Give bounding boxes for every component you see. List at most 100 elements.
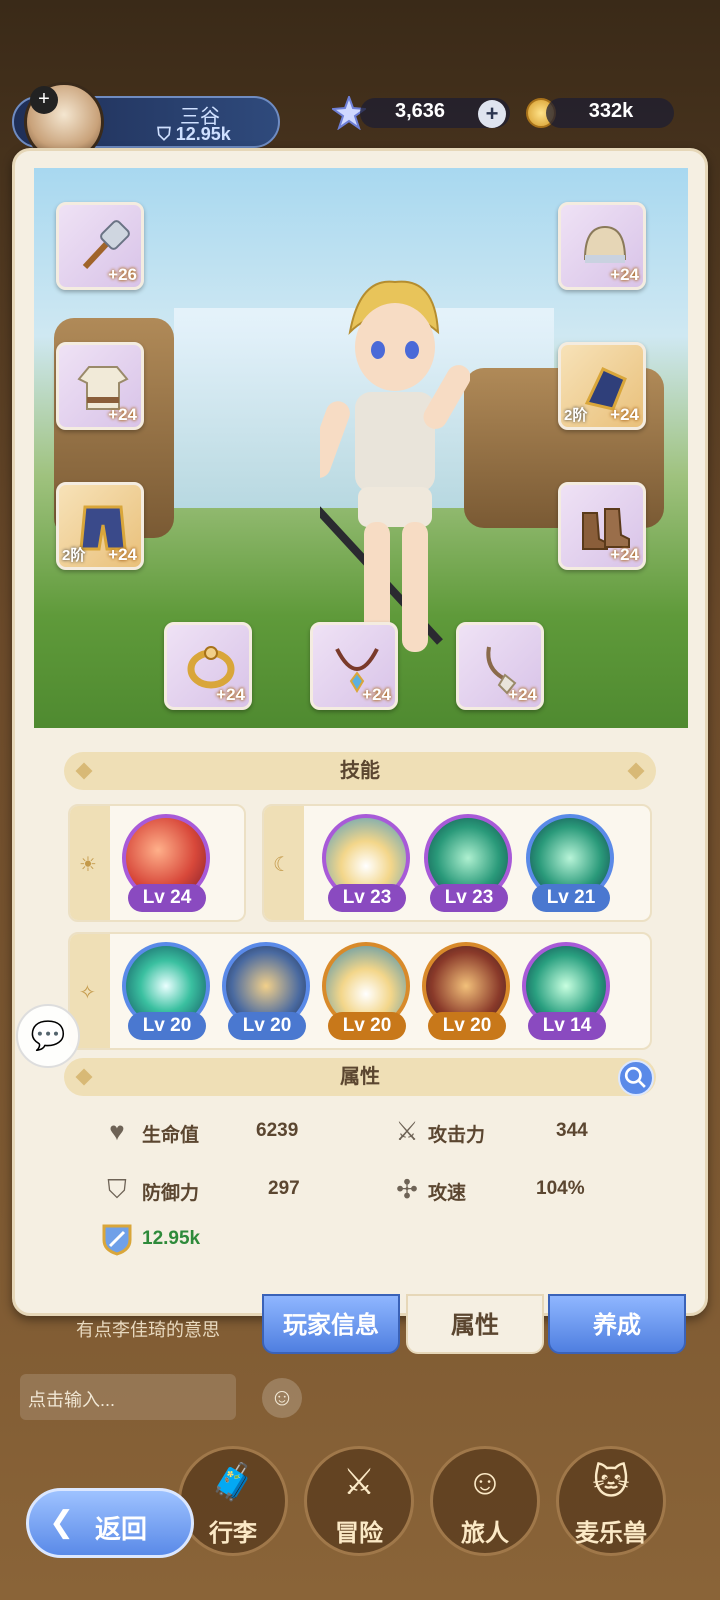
search-attributes-button[interactable] (618, 1060, 654, 1096)
skill-level: Lv 20 (128, 1012, 206, 1040)
skill-level: Lv 23 (328, 884, 406, 912)
attributes-title: 属性 (340, 1066, 380, 1088)
attributes-header: 属性 (64, 1058, 656, 1096)
diamond-ornament-icon (75, 762, 93, 780)
nav-adventure-label: 冒险 (335, 1520, 383, 1547)
chat-input[interactable]: 点击输入... (20, 1374, 236, 1420)
skills-header: 技能 (64, 752, 656, 790)
back-label: 返回 (95, 1514, 148, 1544)
def-label: 防御力 (142, 1183, 200, 1204)
equip-level: +24 (610, 265, 639, 284)
crossed-swords-icon: ⚔ (342, 1461, 376, 1502)
skill-golden-staff[interactable]: Lv 20 (422, 942, 510, 1040)
equip-level: +24 (508, 685, 537, 704)
chat-bubble-icon[interactable]: 💬 (16, 1004, 80, 1068)
shield-icon: ⛉ (107, 1174, 127, 1204)
back-button[interactable]: ❮ 返回 (26, 1488, 194, 1558)
search-icon (624, 1066, 646, 1088)
equip-level: +24 (108, 405, 137, 424)
tab-develop[interactable]: 养成 (548, 1294, 686, 1354)
equip-level: +26 (108, 265, 137, 284)
skill-heal-hand[interactable]: Lv 23 (424, 814, 512, 912)
backpack-icon: 🧳 (210, 1461, 256, 1502)
traveler-icon: ☺ (466, 1461, 504, 1502)
hero-character (320, 280, 470, 652)
skill-group-star: ✧ Lv 20 Lv 20 Lv 20 Lv 20 Lv 14 (68, 932, 652, 1050)
skill-level: Lv 14 (528, 1012, 606, 1040)
tab-attributes[interactable]: 属性 (406, 1294, 544, 1354)
atk-value: 344 (556, 1120, 588, 1141)
equip-tier: 2阶 (564, 407, 588, 424)
hp-value: 6239 (256, 1120, 299, 1141)
skill-level: Lv 20 (328, 1012, 406, 1040)
skill-level: Lv 23 (430, 884, 508, 912)
nav-pet-label: 麦乐兽 (575, 1520, 647, 1547)
star-icon: ✧ (79, 981, 96, 1004)
coin-value: 332k (588, 100, 634, 122)
skill-starburst[interactable]: Lv 20 (122, 942, 210, 1040)
spd-value: 104% (536, 1178, 585, 1199)
equip-slot-gloves[interactable]: 2阶 +24 (558, 342, 646, 430)
skill-holy-light[interactable]: Lv 20 (322, 942, 410, 1040)
diamond-ornament-icon (75, 1068, 93, 1086)
equip-slot-helmet[interactable]: +24 (558, 202, 646, 290)
equip-level: +24 (216, 685, 245, 704)
spd-label: 攻速 (428, 1183, 467, 1204)
moon-icon: ☾ (273, 853, 291, 876)
equip-slot-amulet[interactable]: +24 (456, 622, 544, 710)
skill-level: Lv 24 (128, 884, 206, 912)
coin-counter: 332k (546, 98, 674, 128)
combat-power-value: 12.95k (142, 1228, 201, 1249)
skill-sand-serpent[interactable]: Lv 20 (222, 942, 310, 1040)
add-friend-icon[interactable]: + (30, 86, 58, 114)
nav-traveler-label: 旅人 (461, 1520, 509, 1547)
crossed-swords-icon: ⚔ (395, 1116, 419, 1146)
player-power: ⛉ 12.95k (157, 124, 231, 144)
nav-pet[interactable]: 🐱 麦乐兽 (556, 1446, 666, 1556)
skill-group-moon: ☾ Lv 23 Lv 23 Lv 21 (262, 804, 652, 922)
diamond-ornament-icon (627, 762, 645, 780)
def-value: 297 (268, 1178, 300, 1199)
equip-slot-boots[interactable]: +24 (558, 482, 646, 570)
equip-tier: 2阶 (62, 547, 86, 564)
skill-group-tab: ☾ (264, 806, 304, 920)
chat-last-message: 有点李佳琦的意思 (76, 1320, 220, 1340)
top-status-bar: + 三谷 ⛉ 12.95k 3,636 + 332k (0, 0, 720, 162)
tab-player-info[interactable]: 玩家信息 (262, 1294, 400, 1354)
equip-level: +24 (108, 545, 137, 564)
skill-group-sun: ☀ Lv 24 (68, 804, 246, 922)
gem-value: 3,636 (394, 100, 446, 122)
skill-level: Lv 20 (228, 1012, 306, 1040)
equip-level: +24 (610, 545, 639, 564)
equip-slot-armor[interactable]: +24 (56, 342, 144, 430)
skill-regen[interactable]: Lv 21 (526, 814, 614, 912)
skill-group-tab: ☀ (70, 806, 110, 920)
skill-slash[interactable]: Lv 24 (122, 814, 210, 912)
nav-traveler[interactable]: ☺ 旅人 (430, 1446, 540, 1556)
attack-speed-icon: ✣ (396, 1174, 418, 1204)
nav-bag-label: 行李 (209, 1520, 257, 1547)
nav-adventure[interactable]: ⚔ 冒险 (304, 1446, 414, 1556)
equip-level: +24 (362, 685, 391, 704)
character-scene: +26 +24 +24 2阶 +24 2阶 +24 +24 +24 +24 +2… (34, 168, 688, 728)
emoji-icon[interactable]: ☺ (262, 1378, 302, 1418)
equip-slot-ring[interactable]: +24 (164, 622, 252, 710)
equip-slot-pants[interactable]: 2阶 +24 (56, 482, 144, 570)
skills-title: 技能 (340, 760, 380, 782)
equip-slot-weapon[interactable]: +26 (56, 202, 144, 290)
skill-level: Lv 20 (428, 1012, 506, 1040)
heart-icon: ♥ (109, 1116, 125, 1146)
equip-level: +24 (610, 405, 639, 424)
player-power-value: 12.95k (175, 124, 231, 144)
hp-label: 生命值 (142, 1125, 200, 1146)
atk-label: 攻击力 (428, 1125, 486, 1146)
sun-icon: ☀ (79, 853, 97, 876)
nav-bag[interactable]: 🧳 行李 (178, 1446, 288, 1556)
add-gems-button[interactable]: + (478, 100, 506, 128)
pet-icon: 🐱 (592, 1461, 630, 1502)
combat-power-icon (102, 1224, 132, 1256)
equip-slot-necklace[interactable]: +24 (310, 622, 398, 710)
skill-shield-burst[interactable]: Lv 23 (322, 814, 410, 912)
skill-level: Lv 21 (532, 884, 610, 912)
skill-heal-cross[interactable]: Lv 14 (522, 942, 610, 1040)
